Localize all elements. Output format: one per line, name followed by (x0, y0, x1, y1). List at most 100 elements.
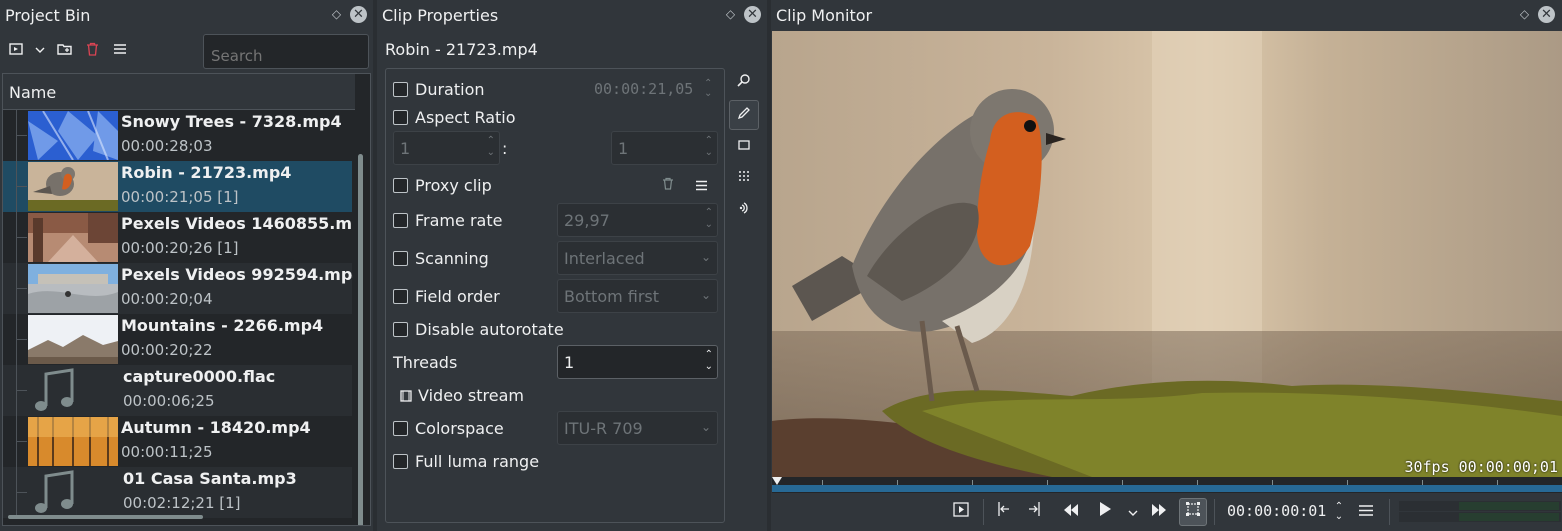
tree-branch-line (16, 237, 27, 238)
clip-row[interactable]: capture0000.flac 00:00:06;25 (3, 365, 352, 416)
full-luma-checkbox[interactable] (393, 454, 408, 469)
spin-arrows-icon[interactable]: ⌃ ⌄ (705, 135, 713, 159)
play-icon[interactable] (1094, 501, 1116, 523)
ruler-tick (897, 480, 898, 485)
clip-row[interactable]: Snowy Trees - 7328.mp4 00:00:28;03 (3, 110, 352, 161)
edit-mode-icon[interactable] (1179, 498, 1207, 526)
clip-name: Mountains - 2266.mp4 (121, 316, 324, 335)
chevron-down-icon[interactable] (1122, 501, 1144, 523)
close-icon[interactable]: ✕ (350, 6, 367, 23)
proxy-clip-checkbox[interactable] (393, 178, 408, 193)
colorspace-option[interactable]: Colorspace (393, 419, 504, 438)
aspect-ratio-option[interactable]: Aspect Ratio (393, 108, 516, 127)
tree-branch-line (16, 492, 27, 493)
add-clip-icon[interactable] (6, 42, 26, 62)
aspect-numerator-spinbox[interactable]: 1 ⌃ ⌄ (393, 131, 500, 165)
aspect-ratio-checkbox[interactable] (393, 110, 408, 125)
disable-autorotate-option[interactable]: Disable autorotate (393, 320, 564, 339)
aspect-denominator-spinbox[interactable]: 1 ⌃ ⌄ (611, 131, 718, 165)
clip-duration: 00:00:28;03 (121, 137, 213, 155)
clip-name-heading: Robin - 21723.mp4 (385, 40, 538, 59)
chevron-down-icon: ⌄ (700, 288, 711, 302)
close-icon[interactable]: ✕ (1538, 6, 1555, 23)
audio-note-icon (28, 468, 118, 517)
float-icon[interactable]: ◇ (722, 6, 739, 23)
tree-branch-line (16, 390, 27, 391)
search-input[interactable] (203, 34, 369, 69)
float-icon[interactable]: ◇ (328, 6, 345, 23)
fast-forward-icon[interactable] (1148, 501, 1170, 523)
edit-icon[interactable] (729, 100, 759, 130)
horizontal-scrollbar[interactable] (8, 515, 203, 519)
chevron-down-icon[interactable] (30, 42, 50, 62)
proxy-menu-icon[interactable] (695, 177, 708, 195)
full-luma-option[interactable]: Full luma range (393, 452, 539, 471)
clip-row[interactable]: 01 Casa Santa.mp3 00:02:12;21 [1] (3, 467, 352, 518)
frame-rate-checkbox[interactable] (393, 213, 408, 228)
search-icon[interactable] (729, 68, 759, 98)
ruler-tick (822, 480, 823, 485)
tree-branch-line (16, 339, 27, 340)
set-zone-in-icon[interactable] (991, 501, 1013, 523)
spin-arrows-icon[interactable]: ⌃ ⌄ (705, 207, 713, 231)
rewind-icon[interactable] (1060, 501, 1082, 523)
duration-value[interactable]: 00:00:21,05 (594, 80, 693, 98)
clip-row[interactable]: Pexels Videos 992594.mp4 00:00:20;04 (3, 263, 353, 314)
set-zone-out-icon[interactable] (1025, 501, 1047, 523)
zone-bar[interactable] (772, 485, 1562, 492)
monitor-menu-icon[interactable] (1355, 501, 1377, 523)
video-preview[interactable]: 30fps 00:00:00;01 (772, 31, 1562, 477)
clip-monitor-titlebar: Clip Monitor ◇ ✕ (771, 0, 1562, 31)
timecode-spin-icon[interactable]: ⌃ ⌄ (1328, 502, 1350, 524)
chevron-down-icon: ⌄ (700, 250, 711, 264)
scanning-select[interactable]: Interlaced ⌄ (557, 241, 718, 275)
threads-spinbox[interactable]: 1 ⌃ ⌄ (557, 345, 718, 379)
spin-arrows-icon[interactable]: ⌃ ⌄ (487, 135, 495, 159)
duration-spin-icon[interactable]: ⌃ ⌄ (704, 79, 712, 99)
clip-duration: 00:00:20;22 (121, 341, 213, 359)
field-order-select[interactable]: Bottom first ⌄ (557, 279, 718, 313)
timecode-field[interactable]: 00:00:00:01 (1227, 502, 1326, 520)
clip-properties-panel: Clip Properties ◇ ✕ Robin - 21723.mp4 Du… (377, 0, 767, 531)
disable-autorotate-checkbox[interactable] (393, 322, 408, 337)
add-folder-icon[interactable] (54, 42, 74, 62)
colorspace-select[interactable]: ITU-R 709 ⌄ (557, 411, 718, 445)
clip-duration: 00:00:20;04 (121, 290, 213, 308)
audio-wave-icon[interactable] (729, 196, 759, 226)
close-icon[interactable]: ✕ (744, 6, 761, 23)
clip-duration: 00:00:20;26 [1] (121, 239, 239, 257)
scanning-option[interactable]: Scanning (393, 249, 489, 268)
proxy-clip-option[interactable]: Proxy clip (393, 176, 492, 195)
frame-rate-spinbox[interactable]: 29,97 ⌃ ⌄ (557, 203, 718, 237)
colorspace-checkbox[interactable] (393, 421, 408, 436)
column-header-name[interactable]: Name (3, 74, 355, 110)
frame-rate-option[interactable]: Frame rate (393, 211, 502, 230)
duration-option[interactable]: Duration (393, 80, 485, 99)
spin-arrows-icon[interactable]: ⌃ ⌄ (705, 349, 713, 373)
delete-proxy-icon[interactable] (662, 176, 674, 194)
frame-icon[interactable] (729, 132, 759, 162)
audio-note-icon (28, 366, 118, 415)
delete-icon[interactable] (82, 42, 102, 62)
project-bin-title: Project Bin (5, 6, 91, 25)
field-order-checkbox[interactable] (393, 289, 408, 304)
float-icon[interactable]: ◇ (1516, 6, 1533, 23)
duration-checkbox[interactable] (393, 82, 408, 97)
scanning-checkbox[interactable] (393, 251, 408, 266)
menu-icon[interactable] (110, 42, 130, 62)
clip-row[interactable]: Pexels Videos 1460855.mp4 00:00:20;26 [1] (3, 212, 353, 263)
vertical-scrollbar[interactable] (358, 154, 363, 525)
clip-play-mode-icon[interactable] (950, 501, 972, 523)
toolbar-separator (1389, 499, 1390, 525)
ruler-tick (972, 480, 973, 485)
clip-row[interactable]: Mountains - 2266.mp4 00:00:20;22 (3, 314, 352, 365)
field-order-option[interactable]: Field order (393, 287, 500, 306)
playhead-marker[interactable] (772, 477, 782, 485)
robin-frame-image (772, 31, 1562, 477)
clip-row[interactable]: Autumn - 18420.mp4 00:00:11;25 (3, 416, 352, 467)
monitor-ruler[interactable] (772, 477, 1562, 493)
clip-row[interactable]: Robin - 21723.mp4 00:00:21;05 [1] (3, 161, 352, 212)
clip-duration: 00:02:12;21 [1] (123, 494, 241, 512)
clip-name: Autumn - 18420.mp4 (121, 418, 311, 437)
grid-icon[interactable] (729, 164, 759, 194)
